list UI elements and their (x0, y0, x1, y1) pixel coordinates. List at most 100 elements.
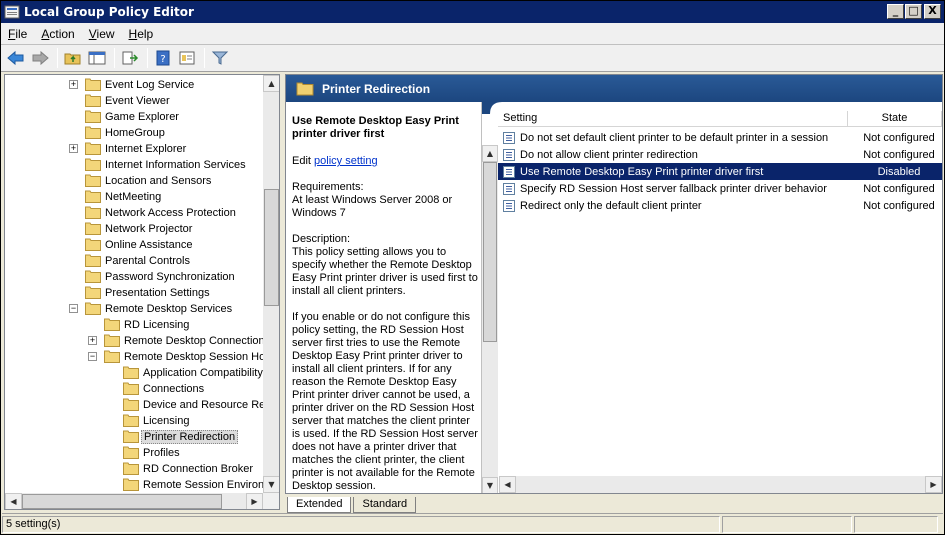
tree-item[interactable]: Connections (5, 381, 264, 397)
setting-row[interactable]: Redirect only the default client printer… (498, 197, 942, 214)
tree-item[interactable]: RD Licensing (5, 317, 264, 333)
tree-item-label[interactable]: Password Synchronization (103, 271, 237, 283)
tree-item[interactable]: + Remote Desktop Connection (5, 333, 264, 349)
list-horizontal-scrollbar[interactable]: ◀ ▶ (499, 476, 942, 493)
scroll-down-arrow-icon[interactable]: ▼ (482, 477, 498, 493)
collapse-icon[interactable]: − (69, 304, 78, 313)
show-hide-tree-button[interactable] (86, 47, 108, 69)
tree-item-label[interactable]: Profiles (141, 447, 182, 459)
tree-item-label[interactable]: Network Projector (103, 223, 194, 235)
tree-item-label[interactable]: Location and Sensors (103, 175, 213, 187)
menu-view[interactable]: View (82, 27, 122, 41)
tree-item-label[interactable]: Online Assistance (103, 239, 194, 251)
tree-item-label[interactable]: Internet Explorer (103, 143, 188, 155)
scroll-thumb[interactable] (483, 162, 497, 342)
tree-item[interactable]: Network Projector (5, 221, 264, 237)
tree-item[interactable]: − Remote Desktop Services (5, 301, 264, 317)
tree-item-label[interactable]: Remote Desktop Session Host (122, 351, 264, 363)
setting-row[interactable]: Use Remote Desktop Easy Print printer dr… (498, 163, 942, 180)
column-header-setting[interactable]: Setting (498, 111, 848, 127)
tree-item[interactable]: + Internet Explorer (5, 141, 264, 157)
title-bar[interactable]: Local Group Policy Editor _ □ X (1, 1, 944, 23)
tree-item[interactable]: − Remote Desktop Session Host (5, 349, 264, 365)
column-header-state[interactable]: State (848, 111, 942, 127)
tree-pane[interactable]: + Event Log Service Event Viewer Game Explo… (4, 74, 280, 510)
description-vertical-scrollbar[interactable]: ▲ ▼ (482, 145, 498, 493)
setting-row[interactable]: Do not allow client printer redirection N… (498, 146, 942, 163)
tab-standard[interactable]: Standard (353, 497, 417, 513)
tree-item-label[interactable]: Event Viewer (103, 95, 172, 107)
tree-item-label[interactable]: NetMeeting (103, 191, 163, 203)
tree-item[interactable]: Profiles (5, 445, 264, 461)
tree-item[interactable]: Application Compatibility (5, 365, 264, 381)
scroll-down-arrow-icon[interactable]: ▼ (263, 476, 279, 493)
menu-file[interactable]: File (1, 27, 34, 41)
tree-item-label[interactable]: Remote Desktop Connection (122, 335, 264, 347)
back-button[interactable] (5, 47, 27, 69)
tree-item-label[interactable]: Internet Information Services (103, 159, 248, 171)
forward-button[interactable] (29, 47, 51, 69)
minimize-button[interactable]: _ (887, 4, 904, 19)
tree-item-label[interactable]: Network Access Protection (103, 207, 238, 219)
tree-item[interactable]: Online Assistance (5, 237, 264, 253)
tree-item-label[interactable]: RD Licensing (122, 319, 191, 331)
tree-item-label[interactable]: Presentation Settings (103, 287, 212, 299)
scroll-up-arrow-icon[interactable]: ▲ (263, 75, 279, 92)
setting-row[interactable]: Specify RD Session Host server fallback … (498, 180, 942, 197)
tree-item-label[interactable]: Remote Desktop Services (103, 303, 234, 315)
tree-item-label[interactable]: Licensing (141, 415, 191, 427)
edit-policy-setting-link[interactable]: policy setting (314, 155, 378, 167)
folder-icon (85, 286, 101, 299)
expand-icon[interactable]: + (88, 336, 97, 345)
up-one-level-button[interactable] (62, 47, 84, 69)
tree-item-label[interactable]: Remote Session Environment (141, 479, 264, 491)
tree-item-label[interactable]: Application Compatibility (141, 367, 264, 379)
properties-button[interactable] (176, 47, 198, 69)
tree-vertical-scrollbar[interactable]: ▲ ▼ (263, 75, 279, 493)
expand-icon[interactable]: + (69, 144, 78, 153)
tree-item-label[interactable]: RD Connection Broker (141, 463, 255, 475)
tree-item[interactable]: + Event Log Service (5, 77, 264, 93)
tree-item[interactable]: Game Explorer (5, 109, 264, 125)
tree-item[interactable]: Licensing (5, 413, 264, 429)
tree-item[interactable]: Network Access Protection (5, 205, 264, 221)
export-list-button[interactable] (119, 47, 141, 69)
collapse-icon[interactable]: − (88, 352, 97, 361)
tree-item[interactable]: Parental Controls (5, 253, 264, 269)
setting-row[interactable]: Do not set default client printer to be … (498, 129, 942, 146)
tree-item[interactable]: Printer Redirection (5, 429, 264, 445)
tree-horizontal-scrollbar[interactable]: ◀ ▶ (5, 493, 263, 509)
tree-item[interactable]: Remote Session Environment (5, 477, 264, 493)
tree-item[interactable]: Event Viewer (5, 93, 264, 109)
tab-extended[interactable]: Extended (287, 497, 352, 513)
tree-item[interactable]: Location and Sensors (5, 173, 264, 189)
expand-icon[interactable]: + (69, 80, 78, 89)
scroll-left-arrow-icon[interactable]: ◀ (499, 476, 516, 493)
menu-help[interactable]: Help (122, 27, 161, 41)
close-button[interactable]: X (924, 4, 941, 19)
tree-item-label[interactable]: HomeGroup (103, 127, 167, 139)
maximize-button[interactable]: □ (905, 4, 922, 19)
tree-item[interactable]: Internet Information Services (5, 157, 264, 173)
tree-item-label[interactable]: Event Log Service (103, 79, 196, 91)
scroll-up-arrow-icon[interactable]: ▲ (482, 145, 498, 162)
scroll-right-arrow-icon[interactable]: ▶ (246, 493, 263, 509)
tree-item[interactable]: Password Synchronization (5, 269, 264, 285)
tree-item-label[interactable]: Game Explorer (103, 111, 181, 123)
tree-item-label[interactable]: Device and Resource Redirection (141, 399, 264, 411)
scroll-thumb[interactable] (22, 494, 222, 509)
tree-item[interactable]: Device and Resource Redirection (5, 397, 264, 413)
tree-item[interactable]: RD Connection Broker (5, 461, 264, 477)
tree-item[interactable]: HomeGroup (5, 125, 264, 141)
scroll-left-arrow-icon[interactable]: ◀ (5, 493, 22, 509)
tree-item-label[interactable]: Parental Controls (103, 255, 192, 267)
tree-item[interactable]: NetMeeting (5, 189, 264, 205)
scroll-right-arrow-icon[interactable]: ▶ (925, 476, 942, 493)
filter-button[interactable] (209, 47, 231, 69)
menu-action[interactable]: Action (34, 27, 81, 41)
tree-item[interactable]: Presentation Settings (5, 285, 264, 301)
tree-item-label[interactable]: Connections (141, 383, 206, 395)
tree-item-label[interactable]: Printer Redirection (141, 430, 239, 444)
help-button[interactable]: ? (152, 47, 174, 69)
scroll-thumb[interactable] (264, 189, 279, 306)
